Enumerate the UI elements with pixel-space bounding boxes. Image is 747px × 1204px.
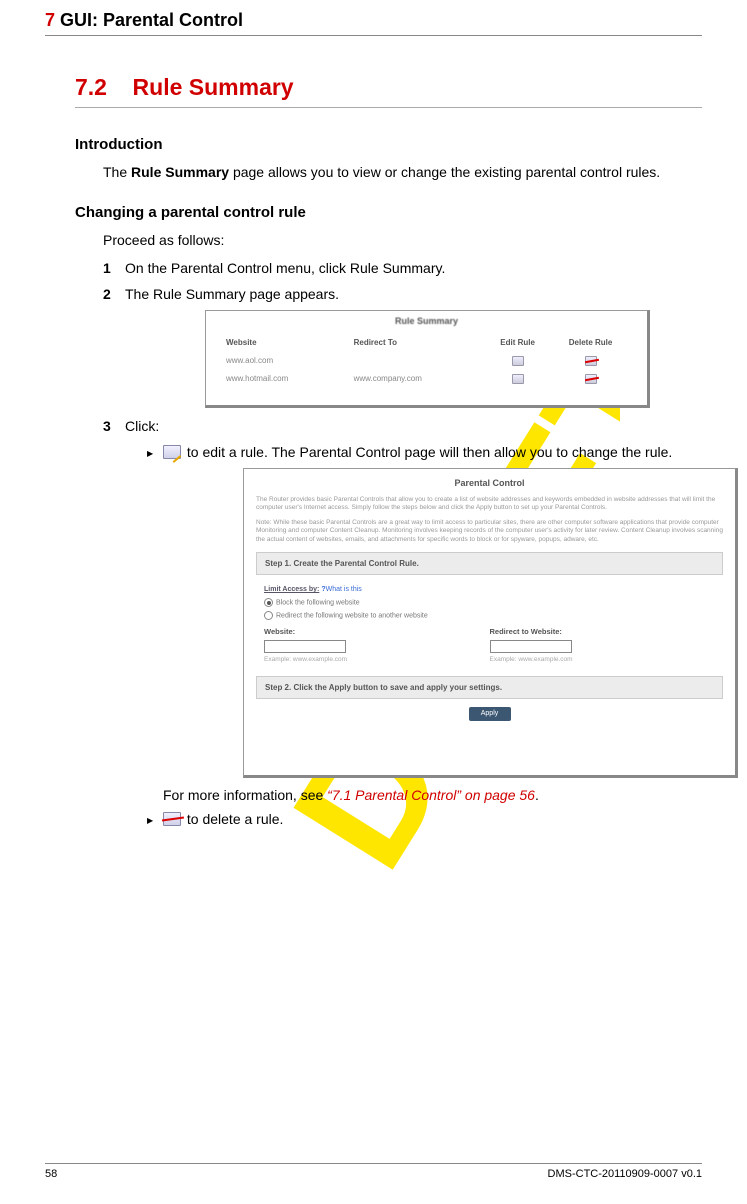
section-name: Rule Summary [133,74,294,100]
rule-summary-screenshot: Rule Summary Website Redirect To Edit Ru… [205,310,650,408]
delete-icon [585,374,597,384]
more-info-line: For more information, see “7.1 Parental … [163,786,702,806]
step-1: 1 On the Parental Control menu, click Ru… [103,258,702,278]
intro-paragraph: The Rule Summary page allows you to view… [103,163,702,182]
page-number: 58 [45,1168,57,1180]
section-title: 7.2 Rule Summary [75,74,702,101]
intro-heading: Introduction [75,136,702,153]
section-divider [75,107,702,108]
step-2: 2 The Rule Summary page appears. Rule Su… [103,284,702,408]
chapter-title: GUI: Parental Control [60,10,243,30]
edit-icon [512,374,524,384]
header-divider [45,35,702,36]
steps-list: 1 On the Parental Control menu, click Ru… [103,258,702,830]
parental-control-screenshot: Parental Control The Router provides bas… [243,468,738,778]
click-edit-item: to edit a rule. The Parental Control pag… [147,443,702,806]
page-footer: 58 DMS-CTC-20110909-0007 v0.1 [45,1163,702,1180]
chapter-header: 7 GUI: Parental Control [45,10,702,31]
doc-id: DMS-CTC-20110909-0007 v0.1 [548,1168,702,1180]
step-3: 3 Click: to edit a rule. The Parental Co… [103,416,702,829]
edit-rule-icon [163,445,181,459]
edit-icon [512,356,524,366]
proceed-text: Proceed as follows: [103,231,702,250]
changing-heading: Changing a parental control rule [75,204,702,221]
chapter-number: 7 [45,10,55,30]
section-number: 7.2 [75,74,107,100]
click-delete-item: to delete a rule. [147,810,702,830]
xref-link[interactable]: “7.1 Parental Control” on page 56 [327,787,535,803]
click-sublist: to edit a rule. The Parental Control pag… [147,443,702,830]
delete-rule-icon [163,812,181,826]
delete-icon [585,356,597,366]
